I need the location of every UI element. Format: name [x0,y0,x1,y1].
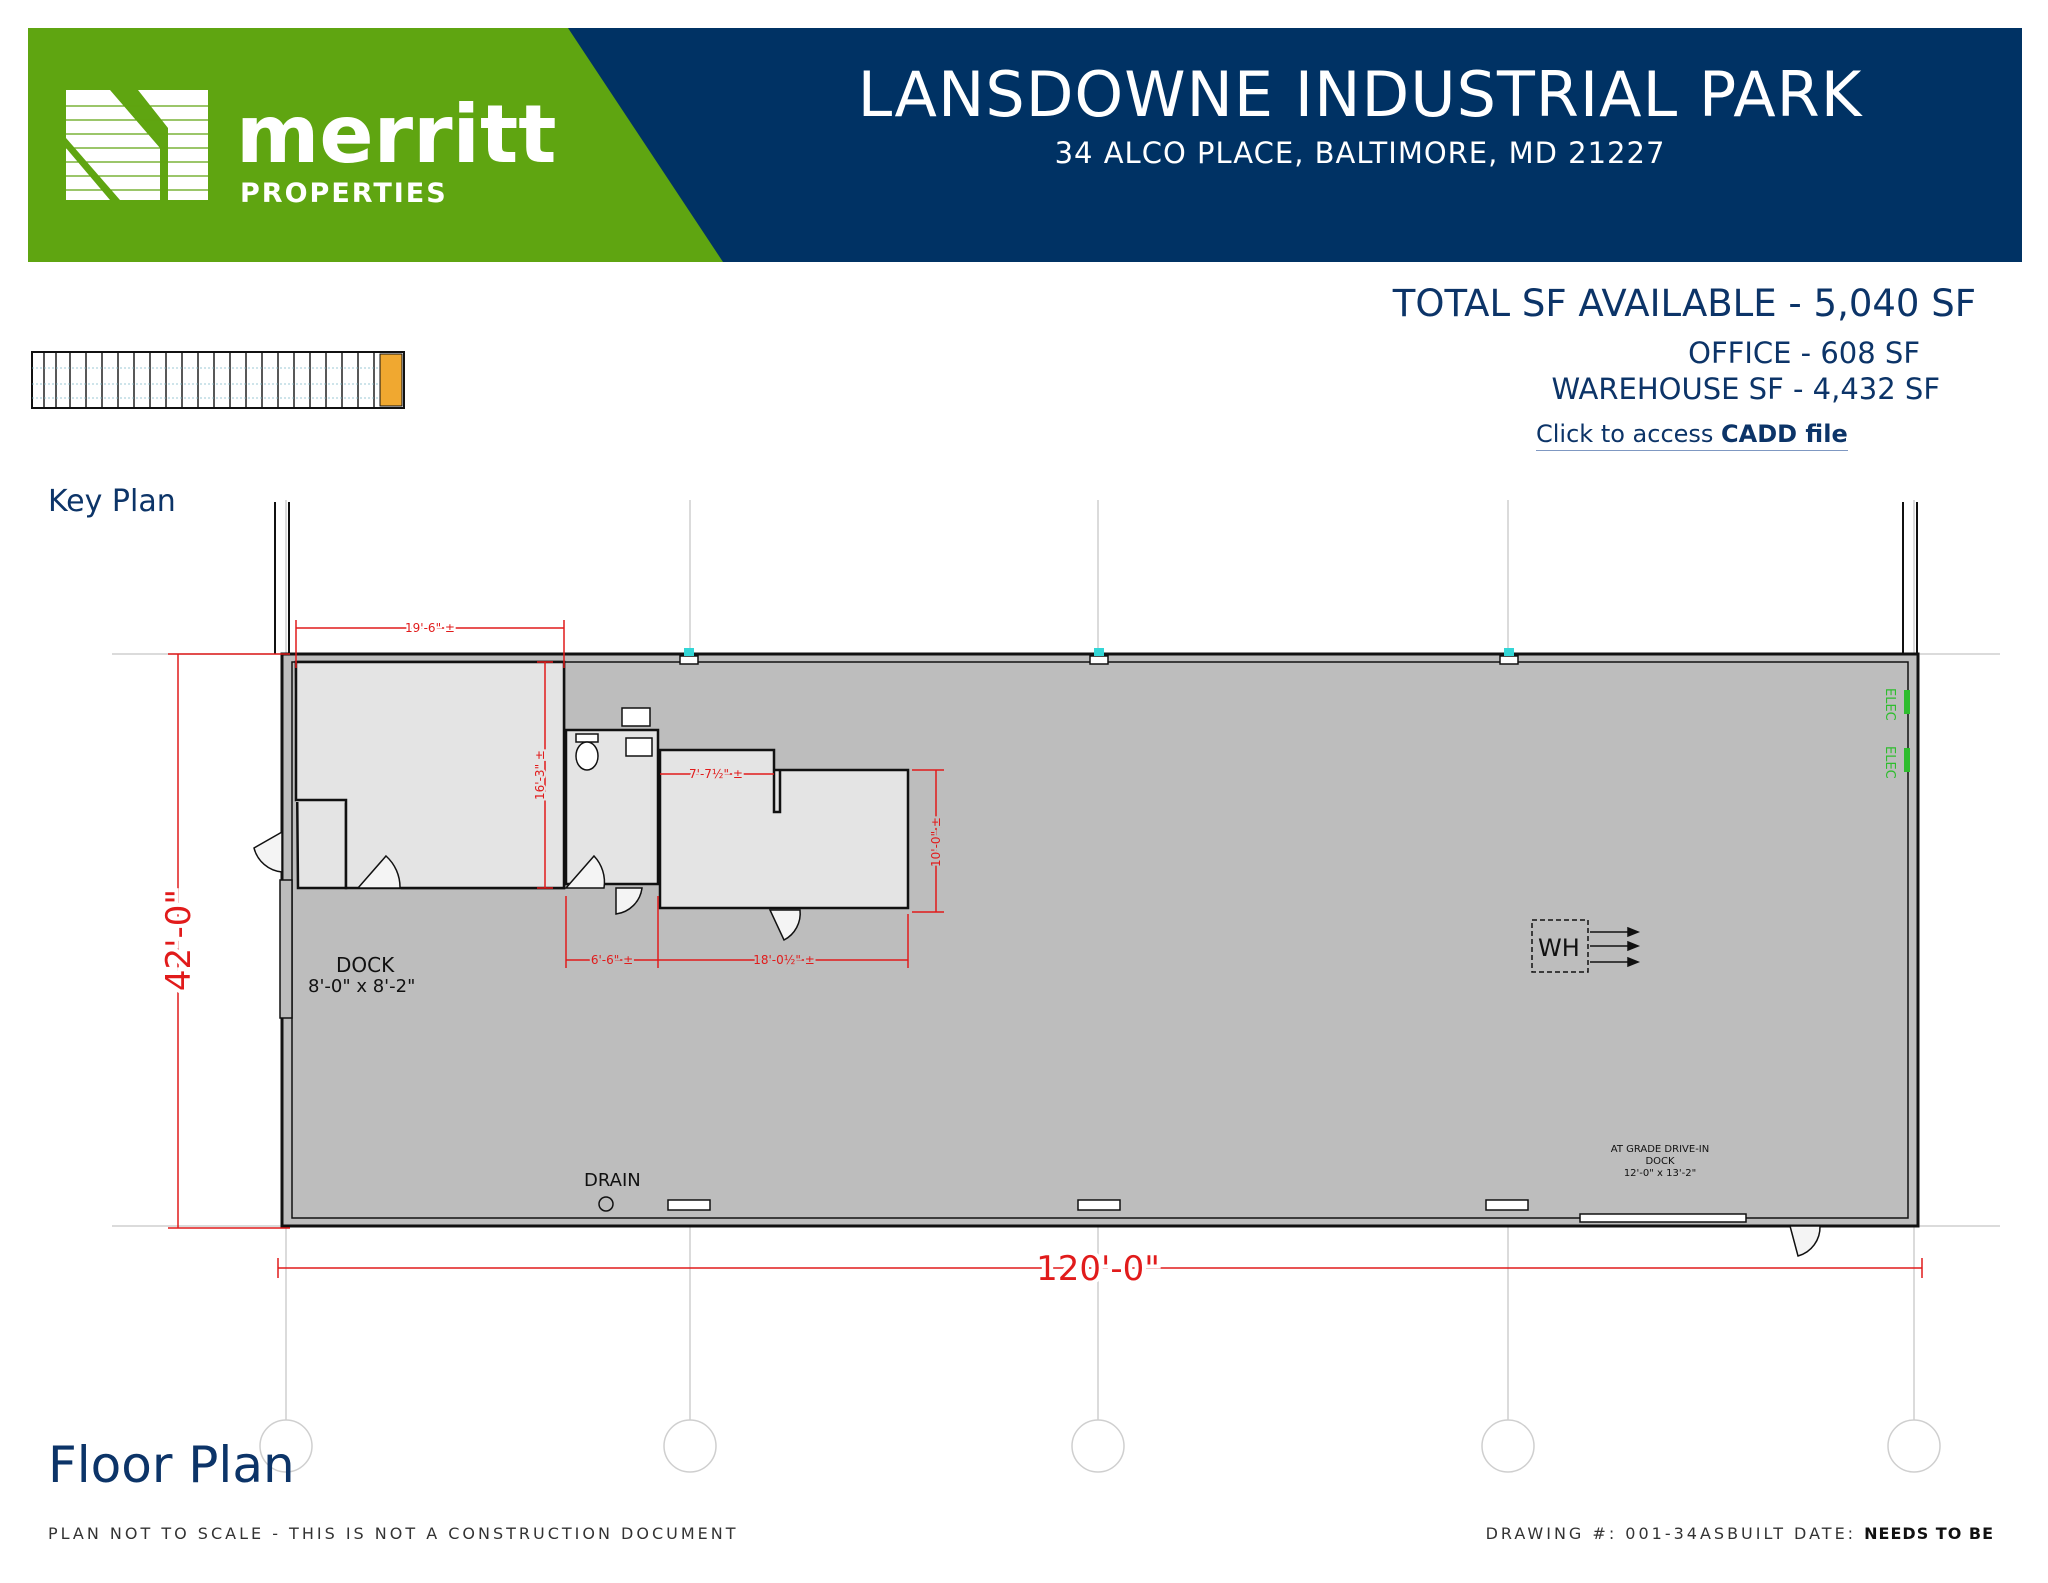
wh-label: WH [1538,934,1580,962]
drive-in-label-3: 12'-0" x 13'-2" [1624,1168,1696,1179]
floor-plan-label: Floor Plan [48,1436,295,1494]
drawing-date: NEEDS TO BE [1864,1524,1994,1543]
drawing-prefix: DRAWING #: 001-34ASBUILT DATE: [1485,1524,1865,1543]
water-heater-icon [621,707,651,727]
drain-label: DRAIN [584,1170,641,1191]
drive-in-label-2: DOCK [1645,1156,1675,1167]
dim-room-height: 10'-0" ± [929,817,943,867]
elec-label-2: ELEC [1882,746,1897,779]
dim-restroom: 6'-6" ± [591,953,633,967]
sink-icon [625,737,653,757]
dock-size: 8'-0" x 8'-2" [308,976,415,997]
dock-label: DOCK [336,953,395,977]
drive-in-label-1: AT GRADE DRIVE-IN [1611,1144,1709,1155]
drawing-number: DRAWING #: 001-34ASBUILT DATE: NEEDS TO … [1300,1524,1994,1543]
dock-door [279,879,293,1019]
dim-office2: 18'-0½" ± [753,953,815,967]
toilet-icon [575,733,599,771]
adjacent-walls [274,502,1918,654]
floor-plan-drawing: ELEC ELEC DRAIN WH DOCK 8'-0" x 8'-2" AT… [112,500,2000,1473]
dim-office-width: 19'-6" ± [405,621,455,635]
elec-label-1: ELEC [1882,688,1897,721]
height-dimension: 42'-0" [159,889,199,991]
grid-bubbles [259,1419,1941,1473]
disclaimer: PLAN NOT TO SCALE - THIS IS NOT A CONSTR… [48,1524,739,1543]
dim-room-width: 7'-7½" ± [689,767,743,781]
dim-office-height: 16'-3" ± [533,750,547,800]
width-dimension: 120'-0" [1036,1249,1160,1289]
